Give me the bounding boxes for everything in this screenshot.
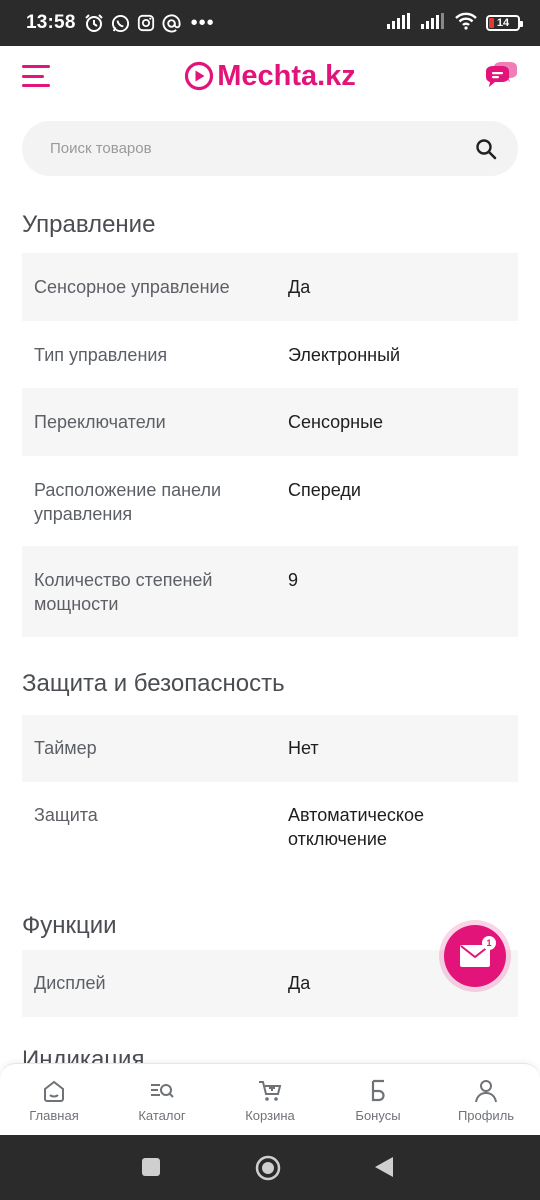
nav-item-catalog[interactable]: Каталог <box>108 1064 216 1135</box>
spec-row: Сенсорное управление Да <box>22 253 518 321</box>
nav-label: Корзина <box>245 1108 295 1123</box>
nav-label: Главная <box>29 1108 79 1123</box>
spec-row: Расположение панели управления Спереди <box>22 456 518 546</box>
at-sign-icon <box>162 13 181 33</box>
section-title-control: Управление <box>22 211 156 238</box>
nav-item-cart[interactable]: Корзина <box>216 1064 324 1135</box>
spec-value: Спереди <box>288 480 361 500</box>
spec-key: Дисплей <box>34 973 106 993</box>
instagram-icon <box>137 14 155 32</box>
nav-item-profile[interactable]: Профиль <box>432 1064 540 1135</box>
wifi-icon <box>454 12 478 35</box>
spec-key: Переключатели <box>34 412 166 432</box>
profile-icon <box>475 1080 497 1103</box>
system-navigation-bar <box>0 1135 540 1200</box>
home-icon <box>44 1080 64 1102</box>
bottom-navigation: Главная Каталог Корзина Бонусы Профиль <box>0 1063 540 1135</box>
status-bar: 13:58 ••• 14 <box>0 0 540 46</box>
notification-icons <box>84 13 181 33</box>
mail-fab-button[interactable]: 1 <box>444 925 506 987</box>
back-triangle-icon <box>375 1157 393 1177</box>
search-bar <box>22 121 518 176</box>
section-title-safety: Защита и безопасность <box>22 670 285 697</box>
catalog-icon <box>151 1084 174 1098</box>
spec-row: Тип управления Электронный <box>22 321 518 388</box>
nav-item-bonuses[interactable]: Бонусы <box>324 1064 432 1135</box>
spec-value: Сенсорные <box>288 412 384 432</box>
spec-row: Таймер Нет <box>22 715 518 782</box>
play-logo-icon <box>185 61 214 91</box>
recent-apps-button[interactable] <box>141 1157 161 1177</box>
search-input[interactable] <box>50 140 474 157</box>
hamburger-menu-icon[interactable] <box>22 63 52 89</box>
spec-key: Количество степеней мощности <box>34 570 213 614</box>
spec-row: Количество степеней мощности 9 <box>22 546 518 637</box>
app-header: Mechta.kz <box>0 46 540 106</box>
search-icon[interactable] <box>474 137 498 161</box>
spec-value: Нет <box>288 738 319 758</box>
battery-level: 14 <box>496 17 510 29</box>
spec-key: Сенсорное управление <box>34 277 230 297</box>
notification-badge: 1 <box>482 936 496 950</box>
bonus-icon <box>371 1079 385 1102</box>
whatsapp-icon <box>111 14 130 33</box>
nav-label: Каталог <box>138 1108 186 1123</box>
spec-key: Тип управления <box>34 345 168 365</box>
logo-text: Mechta.kz <box>217 59 356 92</box>
spec-row: Переключатели Сенсорные <box>22 388 518 456</box>
spec-value: Автоматическое отключение <box>288 805 425 849</box>
spec-value: Да <box>288 277 311 297</box>
spec-row: Защита Автоматическое отключение <box>22 782 518 872</box>
chat-support-icon[interactable] <box>484 59 518 91</box>
logo[interactable]: Mechta.kz <box>184 60 356 93</box>
spec-key: Таймер <box>34 738 97 758</box>
status-time: 13:58 <box>26 12 76 33</box>
more-notifications-icon: ••• <box>190 11 215 34</box>
nav-label: Профиль <box>457 1108 515 1123</box>
spec-key: Защита <box>34 805 98 825</box>
section-title-functions: Функции <box>22 912 117 939</box>
nav-label: Бонусы <box>355 1108 401 1123</box>
specifications: Управление Сенсорное управление Да Тип у… <box>22 206 518 1017</box>
spec-value: Электронный <box>288 345 401 365</box>
back-button[interactable] <box>374 1156 394 1178</box>
home-button[interactable] <box>254 1154 282 1182</box>
signal-2-icon <box>420 12 446 34</box>
circle-home-icon <box>255 1155 281 1181</box>
nav-item-home[interactable]: Главная <box>0 1064 108 1135</box>
cart-icon <box>259 1081 282 1101</box>
alarm-icon <box>84 13 104 33</box>
spec-value: 9 <box>288 570 299 590</box>
square-icon <box>142 1158 160 1176</box>
signal-icon <box>386 12 412 34</box>
battery-icon: 14 <box>486 15 523 31</box>
spec-key: Расположение панели управления <box>34 480 222 524</box>
